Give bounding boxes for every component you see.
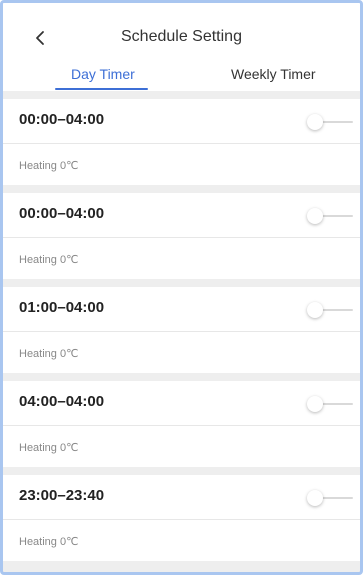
schedule-item-header[interactable]: 04:00–04:00	[3, 381, 360, 426]
schedule-mode: Heating 0℃	[19, 442, 79, 454]
schedule-item-detail: Heating 0℃	[3, 332, 360, 373]
schedule-item-header[interactable]: 23:00–23:40	[3, 475, 360, 520]
schedule-mode: Heating 0℃	[19, 536, 79, 548]
page-title: Schedule Setting	[121, 28, 242, 45]
schedule-item: 00:00–04:00 Heating 0℃	[3, 193, 360, 279]
schedule-time: 23:00–23:40	[19, 487, 105, 504]
schedule-time: 01:00–04:00	[19, 299, 105, 316]
schedule-time: 00:00–04:00	[19, 205, 105, 222]
schedule-time: 04:00–04:00	[19, 393, 105, 410]
schedule-item: 04:00–04:00 Heating 0℃	[3, 381, 360, 467]
schedule-item: 01:00–04:00 Heating 0℃	[3, 287, 360, 373]
schedule-toggle[interactable]	[307, 208, 353, 224]
schedule-item-detail: Heating 0℃	[3, 426, 360, 467]
app-screen: Schedule Setting Day Timer Weekly Timer …	[0, 0, 363, 575]
schedule-toggle[interactable]	[307, 490, 353, 506]
schedule-item-header[interactable]: 01:00–04:00	[3, 287, 360, 332]
schedule-item-header[interactable]: 00:00–04:00	[3, 99, 360, 144]
toggle-knob	[307, 490, 323, 506]
schedule-item: 23:00–23:40 Heating 0℃	[3, 475, 360, 561]
schedule-time: 00:00–04:00	[19, 111, 105, 128]
toggle-knob	[307, 114, 323, 130]
toggle-knob	[307, 208, 323, 224]
schedule-item-detail: Heating 0℃	[3, 238, 360, 279]
schedule-item: 00:00–04:00 Heating 0℃	[3, 99, 360, 185]
schedule-toggle[interactable]	[307, 114, 353, 130]
tab-day-timer[interactable]: Day Timer	[71, 66, 135, 82]
schedule-toggle[interactable]	[307, 396, 353, 412]
toggle-knob	[307, 302, 323, 318]
toggle-knob	[307, 396, 323, 412]
header: Schedule Setting Day Timer Weekly Timer	[3, 3, 360, 91]
active-tab-indicator	[55, 88, 148, 90]
schedule-item-detail: Heating 0℃	[3, 520, 360, 561]
schedule-toggle[interactable]	[307, 302, 353, 318]
schedule-item-header[interactable]: 00:00–04:00	[3, 193, 360, 238]
schedule-mode: Heating 0℃	[19, 348, 79, 360]
schedule-list: 00:00–04:00 Heating 0℃ 00:00–04:00 Heati…	[3, 99, 360, 569]
schedule-mode: Heating 0℃	[19, 254, 79, 266]
schedule-item-detail: Heating 0℃	[3, 144, 360, 185]
schedule-mode: Heating 0℃	[19, 160, 79, 172]
tab-weekly-timer[interactable]: Weekly Timer	[231, 66, 316, 82]
